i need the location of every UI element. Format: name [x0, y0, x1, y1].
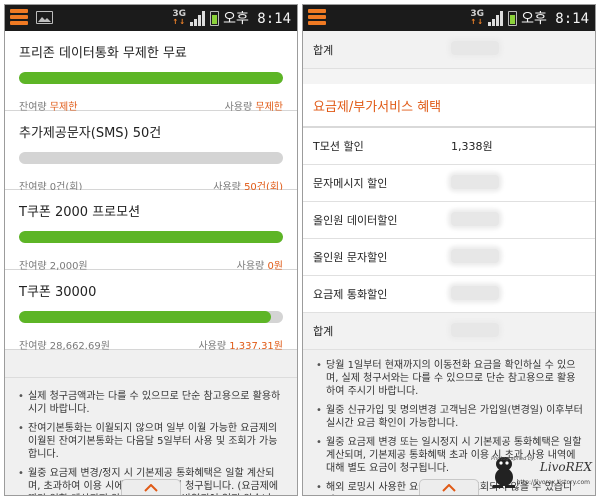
- status-right: 3G ↑↓ 오후 8:14: [470, 5, 589, 31]
- spacer: [5, 350, 297, 378]
- status-right: 3G ↑↓ 오후 8:14: [172, 5, 291, 31]
- battery-icon: [508, 10, 518, 26]
- watermark-url: http://livorex.tistory.com: [516, 479, 590, 486]
- usage-item-title: 추가제공문자(SMS) 50건: [19, 126, 162, 141]
- total-row: 합계: [303, 31, 595, 69]
- discount-value: 1,338원: [451, 140, 493, 153]
- notice-item: 당월 1일부터 현재까지의 이동전화 요금을 확인하실 수 있으며, 실제 청구…: [315, 359, 583, 398]
- discount-label: T모션 할인: [313, 140, 364, 153]
- discount-row: 문자메시지 할인: [303, 165, 595, 202]
- usage-item-title: T쿠폰 30000: [19, 285, 97, 300]
- status-bar: 3G ↑↓ 오후 8:14: [303, 5, 595, 31]
- discount-label: 요금제 통화할인: [313, 288, 388, 301]
- discount-row: T모션 할인 1,338원: [303, 128, 595, 165]
- notice-item: 월중 신규가입 및 명의변경 고객님은 가입일(변경일) 이후부터 실시간 요금…: [315, 404, 583, 430]
- status-bar: 3G ↑↓ 오후 8:14: [5, 5, 297, 31]
- remain-text: 잔여량 28,662.69원: [19, 341, 110, 352]
- discount-row: 요금제 통화할인: [303, 276, 595, 313]
- clock: 오후 8:14: [223, 11, 291, 27]
- usage-item[interactable]: T쿠폰 30000 잔여량 28,662.69원 사용량 1,337.31원: [5, 270, 297, 352]
- notice-item: 잔여기본통화는 이월되지 않으며 일부 이월 가능한 요금제의 이월된 잔여기본…: [17, 422, 285, 461]
- signal-icon: [488, 10, 504, 26]
- menu-icon[interactable]: [308, 9, 326, 26]
- chevron-up-icon: [144, 483, 158, 492]
- usage-progress-bar: [19, 152, 283, 164]
- used-text: 사용량 1,337.31원: [198, 341, 283, 352]
- blurred-value: [451, 322, 499, 337]
- network-indicator: 3G ↑↓: [470, 9, 485, 27]
- discount-label: 문자메시지 할인: [313, 177, 388, 190]
- blurred-value: [451, 211, 499, 226]
- usage-item[interactable]: 프리존 데이터통화 무제한 무료 잔여량 무제한 사용량 무제한: [5, 31, 297, 113]
- network-indicator: 3G ↑↓: [172, 9, 187, 27]
- image-notification-icon: [36, 11, 53, 24]
- usage-item-title: T쿠폰 2000 프로모션: [19, 205, 141, 220]
- scroll-up-button[interactable]: [419, 479, 479, 495]
- usage-item[interactable]: T쿠폰 2000 프로모션 잔여량 2,000원 사용량 0원: [5, 190, 297, 272]
- discount-row: 올인원 문자할인: [303, 239, 595, 276]
- blurred-value: [451, 285, 499, 300]
- clock: 오후 8:14: [521, 11, 589, 27]
- scroll-up-button[interactable]: [121, 479, 181, 495]
- notice-item: 실제 청구금액과는 다를 수 있으므로 단순 참고용으로 활용하시기 바랍니다.: [17, 390, 285, 416]
- menu-icon[interactable]: [10, 9, 28, 26]
- usage-progress-bar: [19, 72, 283, 84]
- section-title: 요금제/부가서비스 혜택: [303, 84, 595, 128]
- usage-progress-bar: [19, 231, 283, 243]
- watermark-name: LivoREX: [539, 460, 592, 474]
- discount-label: 올인원 문자할인: [313, 251, 388, 264]
- blurred-value: [451, 174, 499, 189]
- photographer-watermark: Photographed by LivoREX http://livorex.t…: [472, 442, 592, 492]
- usage-item-title: 프리존 데이터통화 무제한 무료: [19, 46, 187, 61]
- discount-label: 올인원 데이터할인: [313, 214, 398, 227]
- blurred-value: [451, 248, 499, 263]
- chevron-up-icon: [442, 483, 456, 492]
- right-screenshot: 3G ↑↓ 오후 8:14 합계 요금제/부가서비스 혜택 T모션 할인 1,3…: [302, 4, 596, 496]
- total-label: 합계: [313, 325, 334, 338]
- total-row: 합계: [303, 313, 595, 350]
- watermark-by: Photographed by: [491, 456, 534, 462]
- discount-row: 올인원 데이터할인: [303, 202, 595, 239]
- battery-icon: [210, 10, 220, 26]
- total-label: 합계: [313, 43, 334, 57]
- usage-progress-bar: [19, 311, 283, 323]
- signal-icon: [190, 10, 206, 26]
- usage-item[interactable]: 추가제공문자(SMS) 50건 잔여량 0건(회) 사용량 50건(회): [5, 111, 297, 193]
- blurred-value: [451, 41, 499, 55]
- spacer: [303, 69, 595, 84]
- left-screenshot: 3G ↑↓ 오후 8:14 프리존 데이터통화 무제한 무료 잔여량 무제한 사…: [4, 4, 298, 496]
